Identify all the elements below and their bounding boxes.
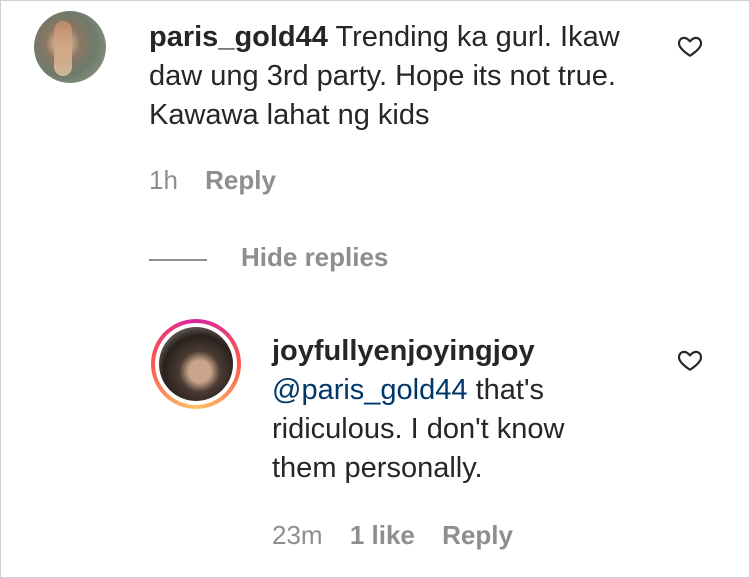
avatar [159,327,233,401]
avatar[interactable] [34,11,106,83]
comment-text: paris_gold44 Trending ka gurl. Ikaw daw … [149,18,629,135]
hide-replies-button[interactable]: Hide replies [241,242,388,273]
story-ring[interactable] [151,319,241,409]
reply-text: joyfullyenjoyingjoy @paris_gold44 that's… [272,332,632,488]
comment-username[interactable]: paris_gold44 [149,21,328,53]
likes-count[interactable]: 1 like [350,520,415,550]
heart-outline-icon[interactable] [677,347,703,373]
comment-time: 1h [149,165,178,195]
comment-thread: paris_gold44 Trending ka gurl. Ikaw daw … [0,0,750,578]
reply-time: 23m [272,520,323,550]
heart-outline-icon[interactable] [677,33,703,59]
reply-button[interactable]: Reply [205,165,276,195]
mention-link[interactable]: @paris_gold44 [272,374,468,406]
divider [149,259,207,261]
reply-username[interactable]: joyfullyenjoyingjoy [272,332,632,371]
reply-button[interactable]: Reply [442,520,513,550]
reply-meta: 23m 1 like Reply [272,520,533,551]
comment-meta: 1h Reply [149,165,296,196]
